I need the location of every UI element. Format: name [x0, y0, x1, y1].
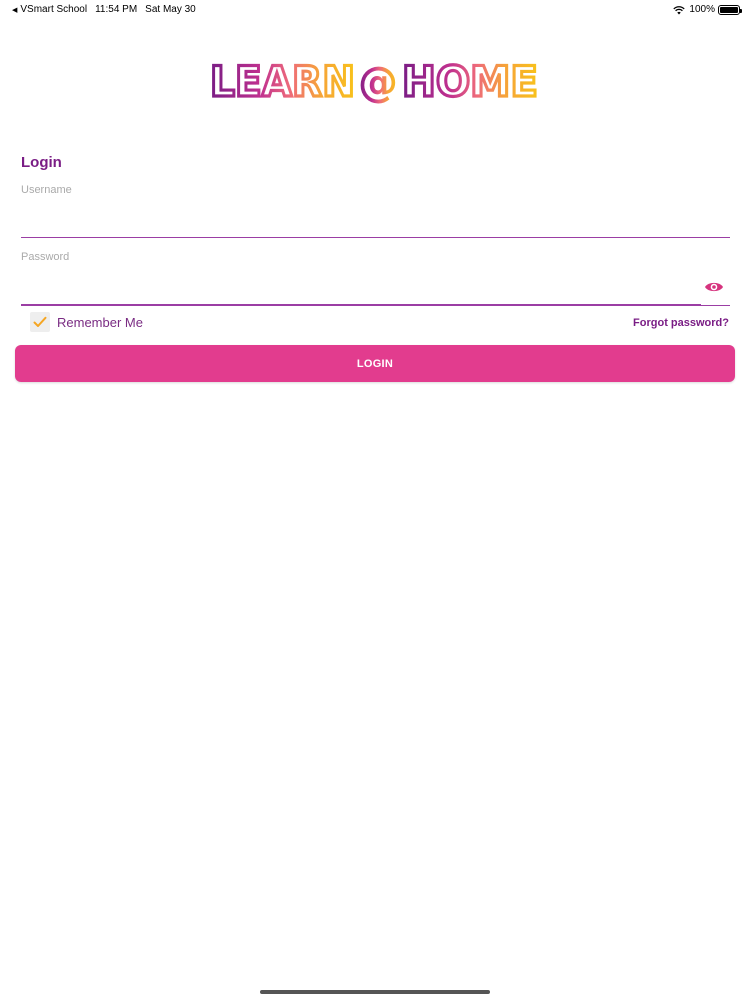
status-date: Sat May 30 [145, 4, 196, 15]
logo-text-home: HOME [402, 57, 538, 104]
status-left: ◀ VSmart School 11:54 PM Sat May 30 [12, 4, 196, 15]
eye-icon[interactable] [704, 279, 724, 295]
username-label: Username [21, 184, 72, 196]
logo-text-at: @ [358, 57, 398, 104]
remember-me-toggle[interactable]: Remember Me [30, 312, 143, 332]
username-input[interactable] [21, 208, 730, 238]
battery-icon [718, 4, 742, 15]
logo-graphic: LEARN @ HOME [210, 56, 540, 104]
status-time: 11:54 PM [95, 4, 138, 15]
login-button[interactable]: LOGIN [15, 345, 735, 382]
back-to-app-link[interactable]: VSmart School [20, 4, 87, 15]
learn-at-home-logo: LEARN @ HOME [0, 56, 750, 109]
password-input[interactable] [21, 275, 701, 305]
status-bar: ◀ VSmart School 11:54 PM Sat May 30 100% [0, 0, 750, 20]
remember-me-checkbox[interactable] [30, 312, 50, 332]
back-arrow-icon[interactable]: ◀ [12, 6, 17, 14]
login-title: Login [21, 154, 62, 171]
wifi-icon [673, 5, 686, 14]
password-underline [21, 305, 730, 306]
battery-percent: 100% [689, 4, 715, 15]
password-label: Password [21, 251, 70, 263]
home-indicator[interactable] [260, 990, 490, 994]
status-right: 100% [673, 4, 742, 15]
checkmark-icon [33, 316, 47, 327]
remember-me-label: Remember Me [57, 314, 143, 330]
forgot-password-link[interactable]: Forgot password? [633, 317, 729, 329]
logo-text-learn: LEARN [210, 57, 355, 104]
battery-fill [720, 6, 738, 13]
